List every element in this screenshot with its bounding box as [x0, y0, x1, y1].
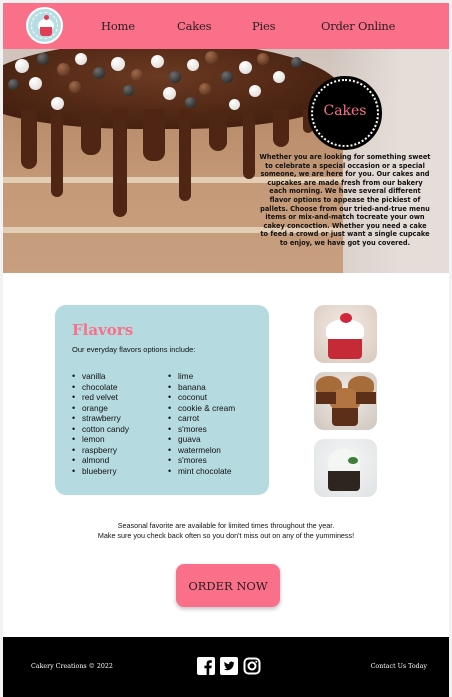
- page: Home Cakes Pies Order Online Cakes Wheth…: [3, 3, 449, 697]
- hero-banner: Cakes Whether you are looking for someth…: [3, 49, 449, 273]
- list-item: banana: [168, 382, 235, 393]
- nav-pies[interactable]: Pies: [252, 19, 276, 33]
- list-item: carrot: [168, 413, 235, 424]
- list-item: watermelon: [168, 445, 235, 456]
- list-item: guava: [168, 434, 235, 445]
- list-item: s'mores: [168, 424, 235, 435]
- site-header: Home Cakes Pies Order Online: [3, 3, 449, 49]
- list-item: mint chocolate: [168, 466, 235, 477]
- seasonal-line-1: Seasonal favorite are available for limi…: [117, 521, 335, 530]
- red-velvet-cupcake-image: [314, 305, 377, 363]
- list-item: coconut: [168, 392, 235, 403]
- flavors-card: Flavors Our everyday flavors options inc…: [55, 305, 269, 495]
- chocolate-cupcakes-image: [314, 372, 377, 430]
- copyright-text: Cakery Creations © 2022: [31, 663, 113, 670]
- cakes-badge-label: Cakes: [323, 103, 367, 119]
- twitter-icon[interactable]: [220, 657, 238, 675]
- flavors-subtitle: Our everyday flavors options include:: [72, 345, 196, 354]
- order-now-button[interactable]: ORDER NOW: [176, 564, 280, 607]
- instagram-icon[interactable]: [243, 657, 261, 675]
- list-item: orange: [72, 403, 129, 414]
- contact-link[interactable]: Contact Us Today: [371, 663, 427, 670]
- list-item: cotton candy: [72, 424, 129, 435]
- list-item: cookie & cream: [168, 403, 235, 414]
- list-item: s'mores: [168, 455, 235, 466]
- list-item: vanilla: [72, 371, 129, 382]
- seasonal-line-2: Make sure you check back often so you do…: [97, 531, 355, 540]
- list-item: lime: [168, 371, 235, 382]
- list-item: red velvet: [72, 392, 129, 403]
- flavors-list-2: lime banana coconut cookie & cream carro…: [168, 371, 235, 476]
- flavors-title: Flavors: [72, 321, 134, 339]
- list-item: almond: [72, 455, 129, 466]
- cupcake-logo-icon[interactable]: [26, 7, 63, 44]
- list-item: chocolate: [72, 382, 129, 393]
- nav-home[interactable]: Home: [101, 19, 135, 33]
- mint-cupcake-image: [314, 439, 377, 497]
- nav-order-online[interactable]: Order Online: [321, 19, 395, 33]
- flavors-list-1: vanilla chocolate red velvet orange stra…: [72, 371, 129, 476]
- cakes-badge: Cakes: [308, 76, 382, 150]
- site-footer: Cakery Creations © 2022 Contact Us Today: [3, 637, 449, 697]
- list-item: blueberry: [72, 466, 129, 477]
- list-item: raspberry: [72, 445, 129, 456]
- nav-cakes[interactable]: Cakes: [177, 19, 212, 33]
- seasonal-note: Seasonal favorite are available for limi…: [43, 521, 409, 541]
- hero-description: Whether you are looking for something sw…: [259, 153, 431, 247]
- list-item: strawberry: [72, 413, 129, 424]
- facebook-icon[interactable]: [197, 657, 215, 675]
- list-item: lemon: [72, 434, 129, 445]
